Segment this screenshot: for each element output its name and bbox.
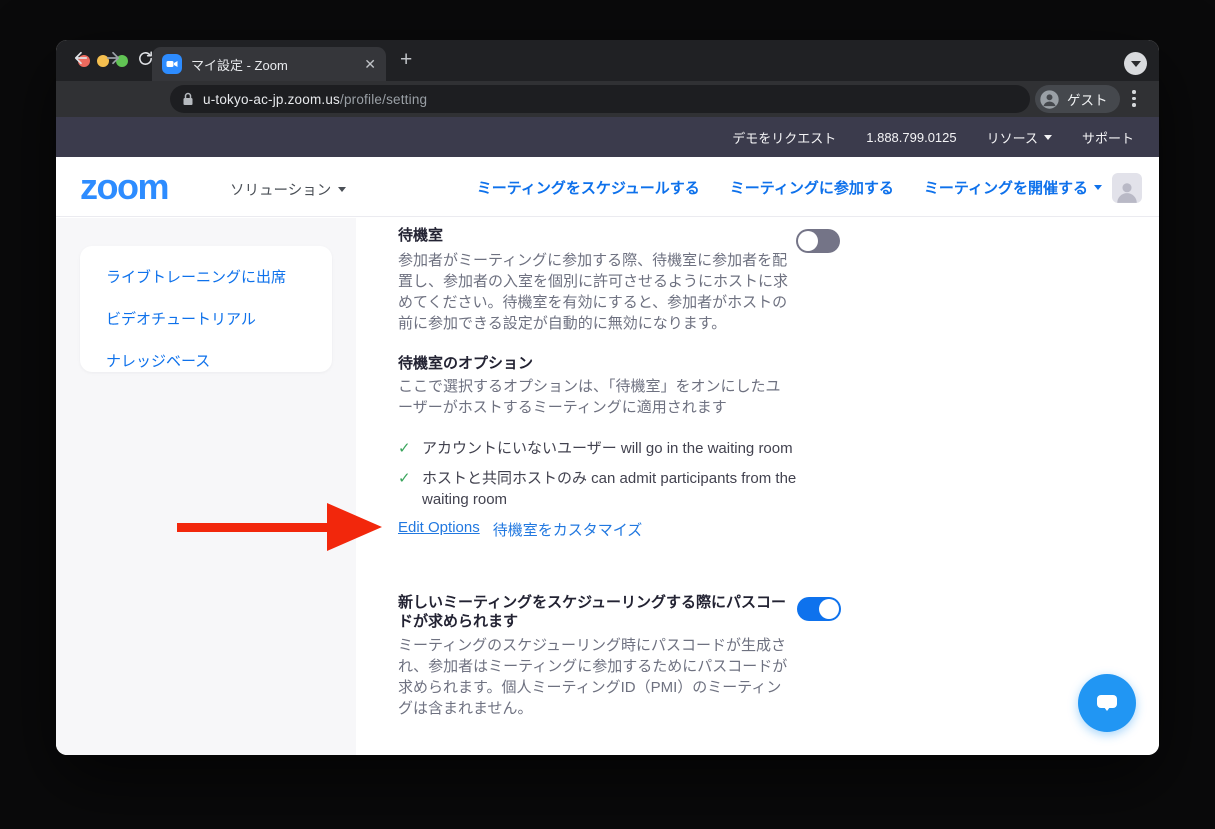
customize-waiting-room-link[interactable]: 待機室をカスタマイズ — [493, 519, 643, 540]
check-icon: ✓ — [398, 438, 411, 459]
chevron-down-icon — [1044, 135, 1052, 140]
user-avatar[interactable] — [1112, 173, 1142, 203]
browser-tab[interactable]: マイ設定 - Zoom ✕ — [152, 47, 386, 81]
nav-join-meeting[interactable]: ミーティングに参加する — [730, 177, 894, 198]
sidebar-card: ライブトレーニングに出席 ビデオチュートリアル ナレッジベース — [80, 246, 332, 372]
topbar-link-request-demo[interactable]: デモをリクエスト — [732, 128, 836, 147]
sidebar-link-video-tutorials[interactable]: ビデオチュートリアル — [106, 308, 332, 329]
annotation-arrow-shaft — [177, 523, 329, 532]
profile-pill[interactable]: ゲスト — [1035, 85, 1120, 113]
tab-strip: マイ設定 - Zoom ✕ + — [56, 40, 1159, 81]
chevron-down-icon — [338, 187, 346, 192]
header-nav: ミーティングをスケジュールする ミーティングに参加する ミーティングを開催する — [477, 157, 1102, 217]
reload-button[interactable] — [132, 45, 158, 71]
chevron-down-icon — [1131, 61, 1141, 67]
zoom-logo[interactable]: zoom — [80, 167, 168, 207]
check-icon: ✓ — [398, 468, 411, 489]
guest-label: ゲスト — [1067, 89, 1108, 109]
chevron-down-icon — [1094, 185, 1102, 190]
nav-host-meeting[interactable]: ミーティングを開催する — [924, 177, 1102, 198]
person-icon — [1114, 179, 1140, 203]
lock-icon — [182, 92, 194, 106]
sidebar-link-live-training[interactable]: ライブトレーニングに出席 — [106, 266, 332, 287]
tab-close-icon[interactable]: ✕ — [364, 56, 376, 73]
solutions-menu[interactable]: ソリューション — [230, 179, 346, 200]
address-bar[interactable]: u-tokyo-ac-jp.zoom.us/profile/setting — [170, 85, 1030, 113]
option-item-not-in-account: ✓ アカウントにいないユーザー will go in the waiting r… — [398, 438, 818, 459]
annotation-arrow-icon — [327, 503, 382, 551]
browser-menu-button[interactable] — [1132, 90, 1136, 107]
site-topbar: デモをリクエスト 1.888.799.0125 リソース サポート — [56, 117, 1159, 157]
passcode-toggle[interactable] — [797, 597, 841, 621]
waiting-room-toggle[interactable] — [796, 229, 840, 253]
waiting-room-description: 参加者がミーティングに参加する際、待機室に参加者を配置し、参加者の入室を個別に許… — [398, 250, 794, 334]
zoom-favicon-icon — [162, 54, 182, 74]
waiting-room-options-title: 待機室のオプション — [398, 354, 533, 373]
sidebar-link-knowledge-base[interactable]: ナレッジベース — [106, 350, 332, 371]
topbar-link-resources[interactable]: リソース — [987, 128, 1052, 147]
browser-window: マイ設定 - Zoom ✕ + u-tokyo-ac-jp.zoom.us/pr… — [56, 40, 1159, 755]
waiting-room-links: Edit Options 待機室をカスタマイズ — [398, 519, 642, 540]
forward-button[interactable] — [100, 45, 126, 71]
topbar-link-support[interactable]: サポート — [1082, 128, 1134, 147]
site-header: zoom ソリューション ミーティングをスケジュールする ミーティングに参加する… — [56, 157, 1159, 217]
passcode-description: ミーティングのスケジューリング時にパスコードが生成され、参加者はミーティングに参… — [398, 635, 794, 719]
waiting-room-options-description: ここで選択するオプションは、「待機室」をオンにしたユーザーがホストするミーティン… — [398, 376, 794, 418]
edit-options-link[interactable]: Edit Options — [398, 519, 480, 540]
option-item-host-cohost: ✓ ホストと共同ホストのみ can admit participants fro… — [398, 468, 798, 510]
new-tab-button[interactable]: + — [400, 49, 412, 70]
chat-bubble-icon — [1094, 691, 1120, 715]
back-button[interactable] — [68, 45, 94, 71]
tab-search-button[interactable] — [1124, 52, 1147, 75]
page-body: ライブトレーニングに出席 ビデオチュートリアル ナレッジベース 待機室 参加者が… — [56, 218, 1159, 755]
topbar-link-phone[interactable]: 1.888.799.0125 — [866, 130, 956, 145]
sidebar: ライブトレーニングに出席 ビデオチュートリアル ナレッジベース — [56, 218, 356, 755]
url-text: u-tokyo-ac-jp.zoom.us/profile/setting — [203, 92, 427, 107]
passcode-title: 新しいミーティングをスケジューリングする際にパスコードが求められます — [398, 593, 798, 631]
chat-bubble-button[interactable] — [1078, 674, 1136, 732]
waiting-room-title: 待機室 — [398, 226, 443, 245]
tab-title: マイ設定 - Zoom — [191, 55, 356, 74]
nav-schedule-meeting[interactable]: ミーティングをスケジュールする — [477, 177, 700, 198]
guest-avatar-icon — [1039, 89, 1060, 110]
